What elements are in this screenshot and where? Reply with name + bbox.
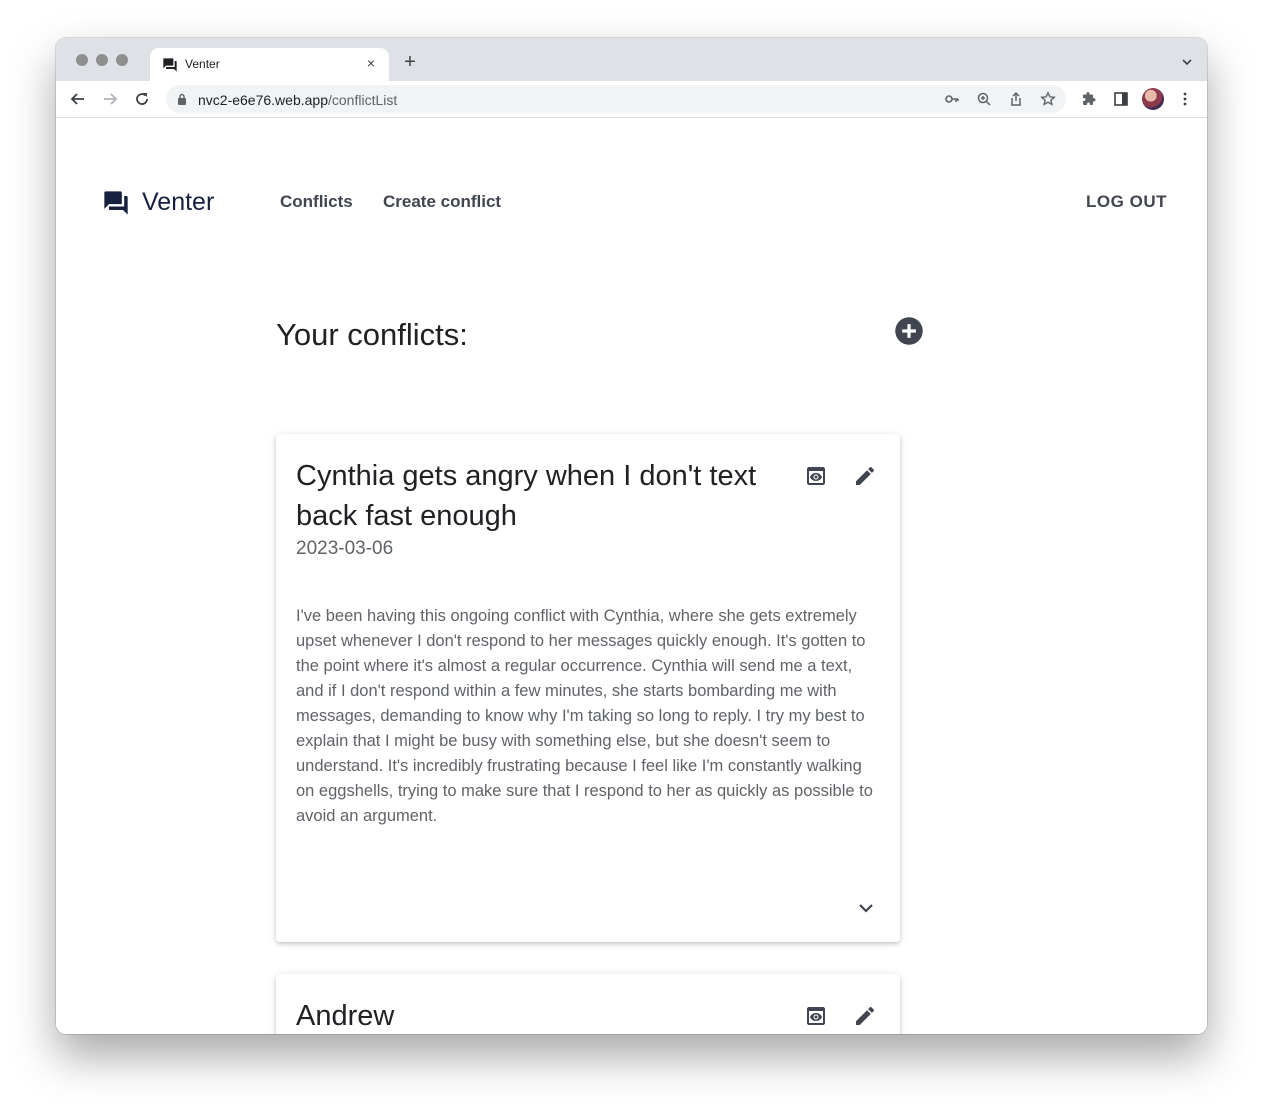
share-icon[interactable]	[1008, 91, 1024, 107]
preview-eye-icon[interactable]	[804, 1004, 828, 1028]
browser-window: Venter × + nvc2-e6e76.web.app/conflictLi…	[56, 38, 1207, 1034]
url-path: /conflictList	[328, 92, 398, 108]
forum-icon	[104, 190, 128, 215]
brand-name: Venter	[142, 188, 215, 216]
lock-icon	[178, 93, 186, 105]
page-title: Your conflicts:	[276, 317, 468, 352]
edit-pencil-icon[interactable]	[853, 464, 877, 488]
logout-button[interactable]: LOG OUT	[1086, 192, 1167, 212]
address-bar[interactable]: nvc2-e6e76.web.app/conflictList	[166, 85, 1066, 113]
forum-icon	[163, 58, 177, 72]
page-content: Venter Conflicts Create conflict LOG OUT…	[56, 118, 1207, 1034]
preview-eye-icon[interactable]	[804, 464, 828, 488]
conflict-date: 2023-03-06	[296, 538, 394, 559]
nav-link-conflicts[interactable]: Conflicts	[280, 192, 353, 212]
back-arrow-icon[interactable]	[69, 90, 87, 108]
window-controls	[76, 54, 128, 66]
more-vertical-icon[interactable]	[1177, 91, 1193, 107]
url-host: nvc2-e6e76.web.app	[198, 92, 328, 108]
conflict-title: Cynthia gets angry when I don't text bac…	[296, 460, 757, 532]
browser-tab-active[interactable]: Venter ×	[150, 48, 389, 81]
tab-strip: Venter × +	[56, 38, 1207, 81]
chevron-down-icon[interactable]	[856, 898, 876, 918]
browser-toolbar: nvc2-e6e76.web.app/conflictList	[56, 81, 1207, 118]
maximize-window-button[interactable]	[116, 54, 128, 66]
forward-arrow-icon[interactable]	[101, 90, 119, 108]
tab-title: Venter	[185, 57, 220, 71]
extensions-puzzle-icon[interactable]	[1081, 91, 1097, 107]
url-text: nvc2-e6e76.web.app/conflictList	[198, 92, 397, 108]
side-panel-icon[interactable]	[1113, 91, 1129, 107]
new-tab-button[interactable]: +	[400, 52, 420, 72]
key-icon[interactable]	[944, 91, 960, 107]
conflict-card: Cynthia gets angry when I don't text bac…	[276, 434, 900, 942]
conflict-title: Andrew	[296, 1000, 395, 1032]
profile-avatar[interactable]	[1142, 88, 1164, 110]
bookmark-star-icon[interactable]	[1040, 91, 1056, 107]
nav-link-create-conflict[interactable]: Create conflict	[383, 192, 501, 212]
conflict-description: I've been having this ongoing conflict w…	[296, 607, 873, 825]
close-window-button[interactable]	[76, 54, 88, 66]
conflict-card: Andrew	[276, 974, 900, 1034]
zoom-icon[interactable]	[976, 91, 992, 107]
brand[interactable]: Venter	[102, 188, 214, 217]
add-circle-icon[interactable]	[894, 316, 924, 346]
tab-close-button[interactable]: ×	[363, 55, 379, 71]
chevron-down-icon[interactable]	[1181, 56, 1193, 68]
edit-pencil-icon[interactable]	[853, 1004, 877, 1028]
minimize-window-button[interactable]	[96, 54, 108, 66]
reload-icon[interactable]	[133, 90, 151, 108]
